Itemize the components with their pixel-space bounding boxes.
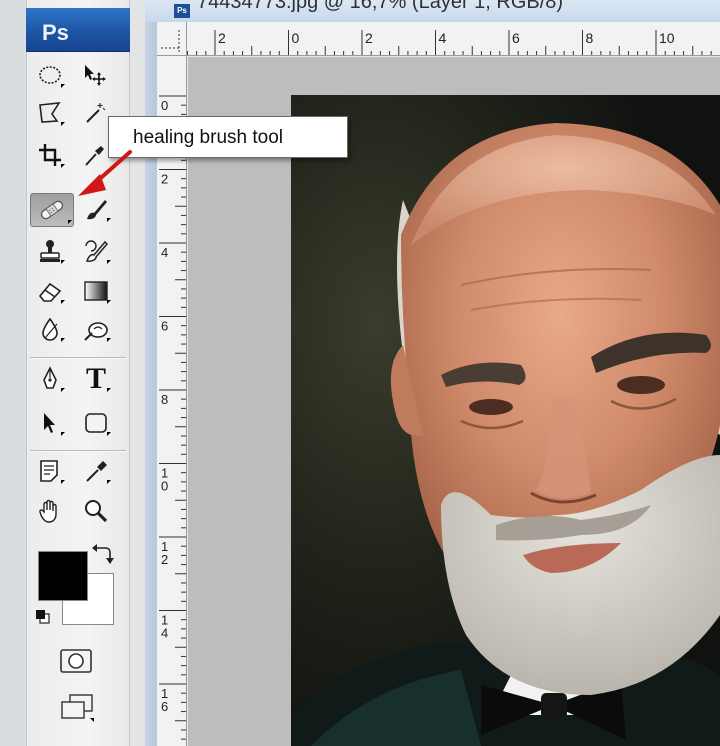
tool-divider <box>30 450 126 452</box>
hand-icon <box>39 499 57 523</box>
document-icon: Ps <box>174 4 190 18</box>
ruler-label: 2 <box>365 30 373 46</box>
ruler-label: 10 <box>659 30 675 46</box>
eraser-tool[interactable] <box>34 276 66 306</box>
ruler-label: 8 <box>161 392 168 407</box>
screen-mode-button[interactable] <box>56 692 100 726</box>
path-selection-tool[interactable] <box>34 408 66 438</box>
path-selection-icon <box>44 413 55 433</box>
ruler-label: 6 <box>512 30 520 46</box>
vertical-ruler-ticks: 0246810121416 <box>159 95 186 740</box>
ruler-label: 4 <box>161 626 168 641</box>
photoshop-logo[interactable]: Ps <box>26 8 130 52</box>
tool-divider <box>30 357 126 359</box>
polygonal-lasso-icon <box>39 102 61 123</box>
ruler-label: 8 <box>586 30 594 46</box>
dodge-icon <box>84 322 108 341</box>
default-colors-icon[interactable] <box>33 607 53 627</box>
color-sampler-icon <box>86 461 107 482</box>
move-icon <box>85 65 106 86</box>
elliptical-marquee-icon <box>39 66 61 84</box>
eraser-icon <box>38 282 62 302</box>
gradient-icon <box>84 281 108 301</box>
ruler-label: 0 <box>292 30 300 46</box>
quick-mask-button[interactable] <box>56 646 96 676</box>
notes-icon <box>40 460 58 482</box>
ruler-label: 4 <box>439 30 447 46</box>
vertical-ruler[interactable]: 0246810121416 <box>157 56 187 746</box>
notes-tool[interactable] <box>34 456 66 486</box>
type-tool[interactable]: T <box>80 364 112 394</box>
gradient-tool[interactable] <box>80 276 112 306</box>
hand-tool[interactable] <box>34 496 66 526</box>
ruler-label: 2 <box>161 172 168 187</box>
blur-tool[interactable] <box>34 314 66 344</box>
zoom-tool[interactable] <box>80 496 112 526</box>
magic-wand-icon <box>86 103 106 123</box>
clone-stamp-tool[interactable] <box>34 236 66 266</box>
ruler-label: 6 <box>161 699 168 714</box>
magic-wand-tool[interactable] <box>78 98 110 128</box>
swap-colors-icon[interactable] <box>92 542 114 564</box>
horizontal-ruler[interactable]: 2 0 2 4 6 8 10 <box>157 22 720 56</box>
ruler-label: 2 <box>161 552 168 567</box>
horizontal-ruler-ticks: 2 0 2 4 6 8 10 <box>186 30 712 55</box>
ruler-label: 0 <box>161 479 168 494</box>
document-title-bar[interactable]: Ps 74434773.jpg @ 16,7% (Layer 1, RGB/8) <box>145 0 720 22</box>
ruler-label: 0 <box>161 98 168 113</box>
ruler-origin[interactable] <box>157 22 187 56</box>
pen-tool[interactable] <box>34 364 66 394</box>
shape-tool[interactable] <box>80 408 112 438</box>
ruler-label: 6 <box>161 319 168 334</box>
history-brush-tool[interactable] <box>80 236 112 266</box>
ruler-label: 2 <box>218 30 226 46</box>
elliptical-marquee-tool[interactable] <box>34 60 66 90</box>
pen-icon <box>43 366 57 389</box>
document-title: 74434773.jpg @ 16,7% (Layer 1, RGB/8) <box>197 0 564 13</box>
blur-icon <box>42 317 58 341</box>
foreground-color-swatch[interactable] <box>38 551 88 601</box>
callout-arrow-icon <box>78 150 132 196</box>
move-tool[interactable] <box>78 60 110 90</box>
lasso-tool[interactable] <box>34 98 66 128</box>
color-sampler-tool[interactable] <box>80 456 112 486</box>
type-icon: T <box>85 362 106 395</box>
history-brush-icon <box>85 240 109 262</box>
portrait-photo <box>291 95 720 746</box>
canvas-image[interactable] <box>291 95 720 746</box>
clone-stamp-icon <box>40 240 60 262</box>
dodge-tool[interactable] <box>80 314 112 344</box>
zoom-icon <box>85 500 108 523</box>
ruler-label: 4 <box>161 245 168 260</box>
rectangle-shape-icon <box>85 413 107 433</box>
logo-text: Ps <box>42 20 69 45</box>
